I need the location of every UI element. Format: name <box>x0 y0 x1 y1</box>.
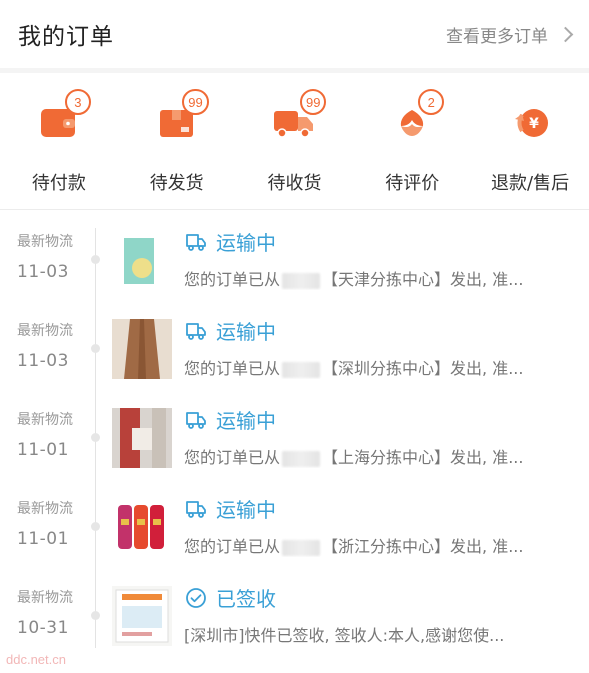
logistics-status: 运输中 <box>216 231 276 255</box>
latest-logistics-label: 最新物流 <box>17 412 73 428</box>
latest-logistics-label: 最新物流 <box>17 501 73 517</box>
divider <box>0 209 589 210</box>
logistics-status: 运输中 <box>216 498 276 522</box>
view-more-orders-link[interactable]: 查看更多订单 <box>446 22 574 47</box>
latest-logistics-label: 最新物流 <box>17 590 73 606</box>
logistics-description: 您的订单已从 【天津分拣中心】发出, 准... <box>184 270 524 289</box>
logistics-description: 您的订单已从 【深圳分拣中心】发出, 准... <box>184 359 524 378</box>
status-label: 待评价 <box>385 173 440 194</box>
status-label: 待付款 <box>31 173 86 194</box>
status-label: 待发货 <box>149 173 204 194</box>
logistics-description: 您的订单已从 【浙江分拣中心】发出, 准... <box>184 537 524 556</box>
redacted-text <box>282 272 321 289</box>
logistics-status: 运输中 <box>216 409 276 433</box>
logistics-date: 11-03 <box>17 262 69 282</box>
timeline-dot <box>91 344 100 353</box>
pending-review-badge: 2 <box>418 89 445 115</box>
truck-outline-icon <box>186 500 206 518</box>
status-pending-shipment[interactable]: 99 待发货 <box>118 73 236 205</box>
redacted-text <box>282 539 321 556</box>
timeline-dot <box>91 522 100 531</box>
refund-yen-icon: ¥ <box>515 109 549 137</box>
latest-logistics-label: 最新物流 <box>17 323 73 339</box>
latest-logistics-label: 最新物流 <box>17 234 73 250</box>
timeline-dot <box>91 611 100 620</box>
logistics-item[interactable]: 最新物流 11-01 运输中 您的订单已从 【浙江分拣中心】发出, 准... <box>0 489 589 578</box>
truck-outline-icon <box>186 322 206 340</box>
status-label: 待收货 <box>267 173 322 194</box>
truck-outline-icon <box>186 233 206 251</box>
svg-text:¥: ¥ <box>529 116 539 132</box>
product-thumbnail[interactable] <box>112 408 172 468</box>
status-pending-receipt[interactable]: 99 待收货 <box>236 73 354 205</box>
logistics-date: 11-03 <box>17 351 69 371</box>
check-circle-icon <box>186 587 206 608</box>
logistics-status: 已签收 <box>216 587 276 611</box>
status-pending-review[interactable]: 2 待评价 <box>353 73 471 205</box>
timeline-dot <box>91 433 100 442</box>
truck-outline-icon <box>186 411 206 429</box>
timeline-dot <box>91 255 100 264</box>
product-thumbnail[interactable] <box>112 586 172 646</box>
view-more-label: 查看更多订单 <box>446 26 548 47</box>
order-status-row: 3 待付款 99 待发货 99 待收货 2 待评价 ¥ 退款/售后 <box>0 73 589 205</box>
pending-payment-badge: 3 <box>64 89 91 115</box>
logistics-item[interactable]: 最新物流 11-03 运输中 您的订单已从 【深圳分拣中心】发出, 准... <box>0 311 589 400</box>
logistics-item[interactable]: 最新物流 11-03 运输中 您的订单已从 【天津分拣中心】发出, 准... <box>0 222 589 311</box>
logistics-item[interactable]: 最新物流 10-31 已签收 [深圳市]快件已签收, 签收人:本人,感谢您使..… <box>0 578 589 667</box>
logistics-date: 11-01 <box>17 440 69 460</box>
status-label: 退款/售后 <box>491 173 570 194</box>
watermark: ddc.net.cn <box>6 652 66 667</box>
logistics-date: 11-01 <box>17 529 69 549</box>
header: 我的订单 查看更多订单 <box>0 0 589 68</box>
status-refund-after-sales[interactable]: ¥ 退款/售后 <box>471 73 589 205</box>
logistics-list: 最新物流 11-03 运输中 您的订单已从 【天津分拣中心】发出, 准... 最… <box>0 222 589 667</box>
status-pending-payment[interactable]: 3 待付款 <box>0 73 118 205</box>
page-title: 我的订单 <box>18 24 114 50</box>
pending-shipment-badge: 99 <box>182 89 209 115</box>
logistics-description: 您的订单已从 【上海分拣中心】发出, 准... <box>184 448 524 467</box>
logistics-item[interactable]: 最新物流 11-01 运输中 您的订单已从 【上海分拣中心】发出, 准... <box>0 400 589 489</box>
pending-receipt-badge: 99 <box>300 89 327 115</box>
redacted-text <box>282 361 321 378</box>
logistics-date: 10-31 <box>17 618 69 638</box>
product-thumbnail[interactable] <box>112 497 172 557</box>
product-thumbnail[interactable] <box>112 230 172 290</box>
chevron-right-icon <box>557 26 574 42</box>
logistics-description: [深圳市]快件已签收, 签收人:本人,感谢您使... <box>184 626 505 645</box>
redacted-text <box>282 450 321 467</box>
product-thumbnail[interactable] <box>112 319 172 379</box>
logistics-status: 运输中 <box>216 320 276 344</box>
